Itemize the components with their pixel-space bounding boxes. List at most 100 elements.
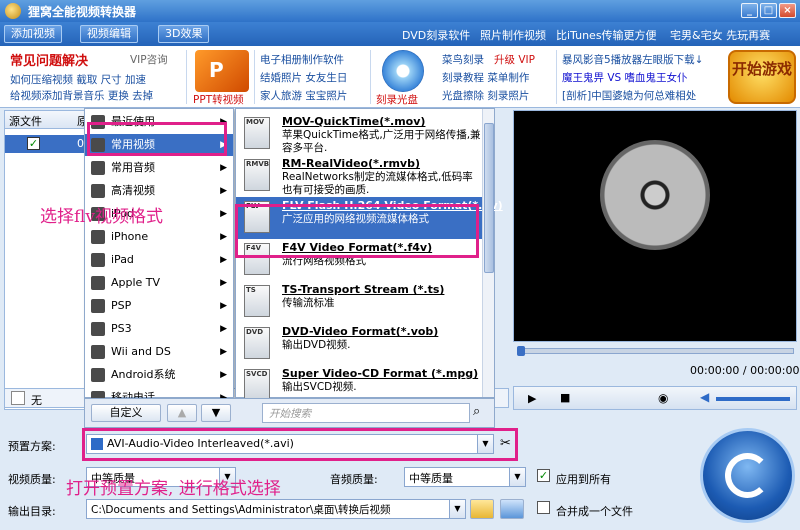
photo-line-1[interactable]: 电子相册制作软件 — [260, 52, 344, 67]
convert-button[interactable] — [700, 428, 795, 523]
file-format-icon: TS — [244, 285, 270, 317]
format-list-scrollbar[interactable] — [482, 109, 494, 397]
category-label: 高清视频 — [111, 184, 155, 197]
format-description: 输出SVCD视频. — [282, 381, 357, 393]
format-icon-label: SVCD — [246, 370, 268, 378]
close-button[interactable]: × — [779, 3, 796, 18]
volume-icon[interactable]: ◀ — [700, 390, 709, 404]
move-up-button[interactable]: ▲ — [167, 404, 197, 422]
browse-folder-button[interactable] — [470, 499, 494, 519]
category-item[interactable]: iPad ▶ — [85, 249, 233, 271]
title-bar: 狸窝全能视频转换器 _ □ × — [0, 0, 800, 22]
scrollbar-thumb[interactable] — [484, 123, 494, 273]
category-icon — [91, 161, 105, 175]
chevron-down-icon[interactable]: ▼ — [509, 468, 525, 486]
category-label: Apple TV — [111, 276, 161, 289]
chevron-right-icon: ▶ — [220, 163, 227, 173]
file-format-icon: DVD — [244, 327, 270, 359]
volume-slider[interactable] — [716, 397, 790, 401]
itunes-link[interactable]: 比iTunes传输更方便 — [556, 27, 657, 43]
audio-quality-label: 音频质量: — [330, 473, 378, 486]
audio-quality-value: 中等质量 — [409, 472, 453, 485]
format-icon-label: TS — [246, 286, 256, 294]
file-format-icon: MOV — [244, 117, 270, 149]
category-label: iPad — [111, 253, 134, 266]
chevron-right-icon: ▶ — [220, 209, 227, 219]
photo-line-2[interactable]: 结婚照片 女友生日 — [260, 70, 347, 85]
minimize-button[interactable]: _ — [741, 3, 758, 18]
3d-effect-button[interactable]: 3D效果 — [158, 25, 210, 43]
edit-video-button[interactable]: 视频编辑 — [80, 25, 138, 43]
burn-disc-label[interactable]: 刻录光盘 — [376, 92, 418, 107]
output-dir-select[interactable]: C:\Documents and Settings\Administrator\… — [86, 499, 466, 519]
news-line-2[interactable]: 魔王鬼畀 VS 嗜血鬼王女仆 — [562, 70, 688, 85]
highlight-flv-format — [235, 204, 479, 258]
source-file-header[interactable]: 源文件 — [9, 115, 42, 128]
category-item[interactable]: 常用音频 ▶ — [85, 157, 233, 179]
custom-button[interactable]: 自定义 — [91, 404, 161, 422]
chevron-right-icon: ▶ — [220, 255, 227, 265]
audio-quality-select[interactable]: 中等质量 ▼ — [404, 467, 526, 487]
ppt-to-video-label[interactable]: PPT转视频 — [193, 92, 244, 107]
category-icon — [91, 345, 105, 359]
category-item[interactable]: PS3 ▶ — [85, 318, 233, 340]
photo-video-link[interactable]: 照片制作视频 — [480, 27, 546, 43]
chevron-right-icon: ▶ — [220, 278, 227, 288]
move-down-button[interactable]: ▼ — [201, 404, 231, 422]
search-icon[interactable]: ⌕ — [473, 404, 480, 419]
snapshot-icon[interactable]: ◉ — [658, 391, 668, 405]
news-line-1[interactable]: 暴风影音5播放器左眼版下载↓ — [562, 52, 703, 67]
file-row-number: 0 — [77, 137, 84, 150]
seek-bar[interactable] — [517, 346, 794, 356]
merge-checkbox[interactable] — [537, 501, 550, 514]
subtitle-icon — [11, 391, 25, 405]
subtitle-value[interactable]: 无 — [31, 392, 42, 408]
format-item[interactable]: TS TS-Transport Stream (*.ts) 传输流标准 — [236, 281, 482, 323]
faq-line-2[interactable]: 给视频添加背景音乐 更换 去掉 — [10, 88, 153, 103]
category-item[interactable]: PSP ▶ — [85, 295, 233, 317]
add-video-button[interactable]: 添加视频 — [4, 25, 62, 43]
category-item[interactable]: 高清视频 ▶ — [85, 180, 233, 202]
vip-consult-link[interactable]: VIP咨询 — [130, 52, 168, 67]
format-item[interactable]: MOV MOV-QuickTime(*.mov) 苹果QuickTime格式,广泛用… — [236, 113, 482, 155]
news-line-3[interactable]: [剖析]中国婆媳为何总难相处 — [562, 88, 696, 103]
category-icon — [91, 230, 105, 244]
format-item[interactable]: DVD DVD-Video Format(*.vob) 输出DVD视频. — [236, 323, 482, 365]
photo-line-3[interactable]: 家人旅游 宝宝照片 — [260, 88, 347, 103]
cd-icon[interactable] — [382, 50, 424, 92]
chevron-down-icon[interactable]: ▼ — [449, 500, 465, 518]
category-icon — [91, 276, 105, 290]
divider — [254, 50, 255, 104]
stop-icon[interactable]: ■ — [560, 391, 570, 404]
faq-line-1[interactable]: 如何压缩视频 截取 尺寸 加速 — [10, 72, 146, 87]
file-checkbox[interactable]: ✓ — [27, 137, 40, 150]
burn-link-1[interactable]: 菜鸟刻录 — [442, 52, 484, 67]
seek-knob[interactable] — [517, 346, 525, 356]
search-input[interactable]: 开始搜索 — [262, 403, 470, 423]
format-description: RealNetworks制定的流媒体格式,低码率也有可接受的画质. — [282, 171, 473, 196]
burn-link-3[interactable]: 光盘擦除 刻录照片 — [442, 88, 529, 103]
format-description: 传输流标准 — [282, 297, 335, 309]
burn-link-2[interactable]: 刻录教程 菜单制作 — [442, 70, 529, 85]
file-format-icon: RMVB — [244, 159, 270, 191]
open-folder-button[interactable] — [500, 499, 524, 519]
dvd-burn-link[interactable]: DVD刻录软件 — [402, 27, 470, 43]
ppt-icon[interactable]: P — [195, 50, 249, 92]
category-label: iPhone — [111, 230, 149, 243]
format-description: 苹果QuickTime格式,广泛用于网络传播,兼容多平台. — [282, 129, 481, 154]
output-dir-label: 输出目录: — [8, 505, 56, 518]
category-item[interactable]: Android系统 ▶ — [85, 364, 233, 386]
start-game-button[interactable]: 开始游戏 — [728, 50, 796, 104]
apply-all-checkbox[interactable]: ✓ — [537, 469, 550, 482]
category-item[interactable]: iPhone ▶ — [85, 226, 233, 248]
window-title: 狸窝全能视频转换器 — [28, 5, 137, 19]
category-item[interactable]: Wii and DS ▶ — [85, 341, 233, 363]
game-link[interactable]: 宅男&宅女 先玩再赛 — [670, 27, 770, 43]
file-row[interactable]: ✓ 0 — [5, 135, 93, 153]
divider — [370, 50, 371, 104]
category-item[interactable]: Apple TV ▶ — [85, 272, 233, 294]
format-item[interactable]: RMVB RM-RealVideo(*.rmvb) RealNetworks制定的流… — [236, 155, 482, 197]
play-icon[interactable]: ▶ — [528, 392, 536, 405]
maximize-button[interactable]: □ — [760, 3, 777, 18]
upgrade-vip-link[interactable]: 升级 VIP — [494, 52, 535, 67]
